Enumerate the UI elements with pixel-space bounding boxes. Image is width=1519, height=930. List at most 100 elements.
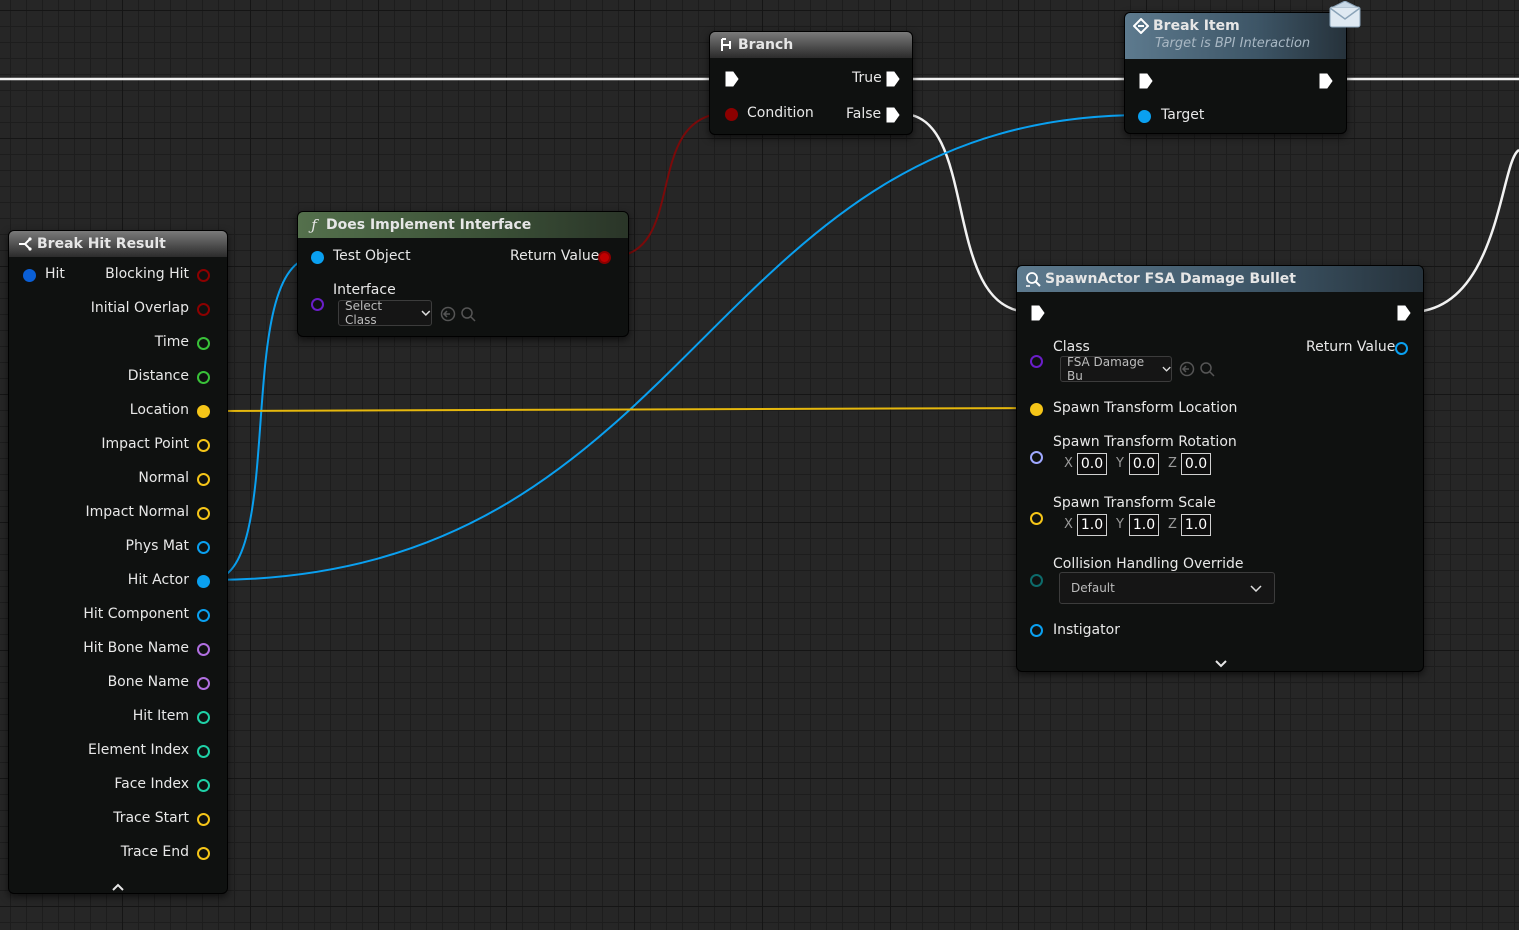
output-label-hit-actor: Hit Actor xyxy=(127,572,189,588)
chevron-down-icon[interactable] xyxy=(1214,654,1228,673)
output-label-hit-item: Hit Item xyxy=(132,708,189,724)
scale-x-field[interactable]: 1.0 xyxy=(1077,514,1107,536)
break-item-title: Break Item xyxy=(1153,18,1240,34)
spawn-actor-node[interactable]: SpawnActor FSA Damage Bullet Class FSA D… xyxy=(1016,265,1424,672)
test-object-label: Test Object xyxy=(333,248,411,264)
branch-node[interactable]: Branch True Condition False xyxy=(709,31,913,135)
use-selected-class-icon[interactable] xyxy=(1179,361,1195,381)
output-pin-time[interactable] xyxy=(197,337,210,350)
scale-z-field[interactable]: 1.0 xyxy=(1181,514,1211,536)
break-item-header[interactable]: Break Item Target is BPI Interaction xyxy=(1125,13,1346,59)
output-pin-face-index[interactable] xyxy=(197,779,210,792)
output-pin-impact-point[interactable] xyxy=(197,439,210,452)
exec-wire-spawn-out[interactable] xyxy=(1409,148,1519,314)
output-label-distance: Distance xyxy=(127,368,189,384)
use-selected-icon[interactable] xyxy=(440,306,456,326)
output-pin-hit-item[interactable] xyxy=(197,711,210,724)
return-value-label: Return Value xyxy=(510,248,600,264)
chevron-down-icon xyxy=(1250,585,1262,592)
break-hit-result-node[interactable]: Break Hit Result Hit Blocking Hit Initial… xyxy=(8,230,228,894)
scale-y-field[interactable]: 1.0 xyxy=(1129,514,1159,536)
output-pin-impact-normal[interactable] xyxy=(197,507,210,520)
does-implement-interface-node[interactable]: ƒ Does Implement Interface Test Object R… xyxy=(297,211,629,337)
output-label-time: Time xyxy=(154,334,189,350)
break-struct-icon xyxy=(17,236,33,252)
hit-input-pin[interactable] xyxy=(23,269,36,282)
collision-dropdown[interactable]: Default xyxy=(1059,572,1275,604)
interface-label: Interface xyxy=(333,282,396,298)
does-implement-interface-header[interactable]: ƒ Does Implement Interface xyxy=(298,212,628,238)
output-pin-hit-actor[interactable] xyxy=(197,575,210,588)
output-pin-trace-start[interactable] xyxy=(197,813,210,826)
spawn-rotation-pin[interactable] xyxy=(1030,451,1043,464)
output-pin-blocking-hit[interactable] xyxy=(197,269,210,282)
output-label-blocking-hit: Blocking Hit xyxy=(105,266,189,282)
browse-class-search-icon[interactable] xyxy=(1199,361,1215,381)
class-value: FSA Damage Bu xyxy=(1067,355,1145,383)
collision-pin[interactable] xyxy=(1030,574,1043,587)
rotation-y-field[interactable]: 0.0 xyxy=(1129,453,1159,475)
select-class-dropdown[interactable]: Select Class xyxy=(338,299,432,327)
break-hit-result-header[interactable]: Break Hit Result xyxy=(9,231,227,257)
spawn-scale-pin[interactable] xyxy=(1030,512,1043,525)
break-item-exec-out-pin[interactable] xyxy=(1319,73,1333,89)
branch-title: Branch xyxy=(738,37,794,53)
branch-header[interactable]: Branch xyxy=(710,32,912,58)
return-value-pin[interactable] xyxy=(598,251,611,264)
select-class-value: Select Class xyxy=(345,299,383,327)
chevron-up-icon[interactable] xyxy=(111,877,127,891)
spawn-actor-header[interactable]: SpawnActor FSA Damage Bullet xyxy=(1017,266,1423,292)
output-pin-element-index[interactable] xyxy=(197,745,210,758)
class-dropdown[interactable]: FSA Damage Bu xyxy=(1060,355,1172,383)
spawn-return-value-pin[interactable] xyxy=(1395,342,1408,355)
output-label-hit-bone-name: Hit Bone Name xyxy=(83,640,189,656)
class-pin[interactable] xyxy=(1030,355,1043,368)
break-item-exec-in-pin[interactable] xyxy=(1139,73,1153,89)
rotation-x-field[interactable]: 0.0 xyxy=(1077,453,1107,475)
output-pin-hit-bone-name[interactable] xyxy=(197,643,210,656)
browse-search-icon[interactable] xyxy=(460,306,476,326)
output-pin-phys-mat[interactable] xyxy=(197,541,210,554)
spawn-location-pin[interactable] xyxy=(1030,403,1043,416)
envelope-icon xyxy=(1329,0,1361,33)
target-pin[interactable] xyxy=(1138,110,1151,123)
scale-x-axis: X xyxy=(1064,517,1073,532)
function-icon: ƒ xyxy=(311,216,317,234)
output-pin-distance[interactable] xyxy=(197,371,210,384)
rotation-y-axis: Y xyxy=(1116,456,1124,471)
branch-true-pin[interactable] xyxy=(886,71,900,87)
interface-pin[interactable] xyxy=(311,298,324,311)
condition-label: Condition xyxy=(747,105,814,121)
test-object-pin[interactable] xyxy=(311,251,324,264)
rotation-z-axis: Z xyxy=(1168,456,1177,471)
output-label-bone-name: Bone Name xyxy=(107,674,189,690)
output-label-trace-end: Trace End xyxy=(120,844,189,860)
output-pin-normal[interactable] xyxy=(197,473,210,486)
object-wire-hit-actor-to-target[interactable] xyxy=(209,114,1144,581)
spawn-rotation-label: Spawn Transform Rotation xyxy=(1053,434,1237,450)
output-pin-trace-end[interactable] xyxy=(197,847,210,860)
output-pin-hit-component[interactable] xyxy=(197,609,210,622)
spawn-exec-in-pin[interactable] xyxy=(1031,305,1045,321)
output-label-trace-start: Trace Start xyxy=(113,810,189,826)
spawn-return-value-label: Return Value xyxy=(1306,339,1396,355)
branch-exec-in-pin[interactable] xyxy=(725,71,739,87)
branch-true-label: True xyxy=(852,70,882,86)
instigator-pin[interactable] xyxy=(1030,624,1043,637)
interface-message-icon xyxy=(1133,18,1149,34)
exec-wire-false-to-spawn[interactable] xyxy=(901,112,1031,314)
branch-false-pin[interactable] xyxy=(886,107,900,123)
output-pin-bone-name[interactable] xyxy=(197,677,210,690)
rotation-z-field[interactable]: 0.0 xyxy=(1181,453,1211,475)
class-label: Class xyxy=(1053,339,1090,355)
spawn-actor-icon xyxy=(1025,271,1041,287)
collision-label: Collision Handling Override xyxy=(1053,556,1244,572)
spawn-exec-out-pin[interactable] xyxy=(1397,305,1411,321)
break-item-node[interactable]: Break Item Target is BPI Interaction Tar… xyxy=(1124,0,1361,134)
output-pin-initial-overlap[interactable] xyxy=(197,303,210,316)
instigator-label: Instigator xyxy=(1053,622,1120,638)
output-pin-location[interactable] xyxy=(197,405,210,418)
break-hit-result-title: Break Hit Result xyxy=(37,236,166,252)
vector-wire-location[interactable] xyxy=(209,407,1037,412)
condition-pin[interactable] xyxy=(725,108,738,121)
